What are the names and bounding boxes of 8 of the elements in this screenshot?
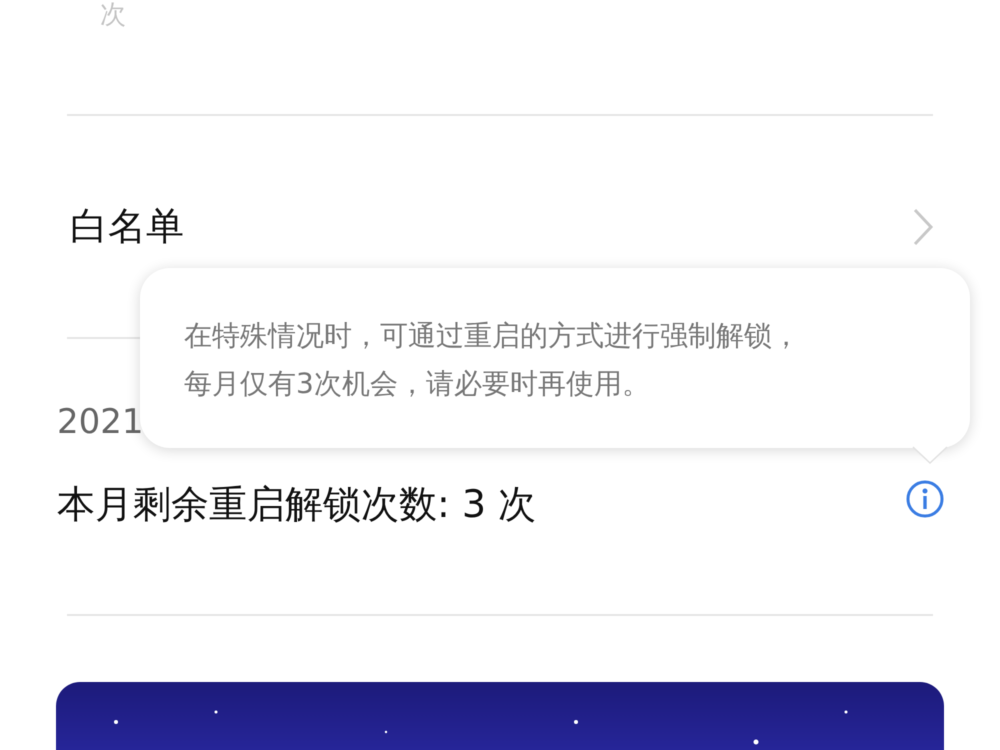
chevron-icon	[912, 206, 934, 246]
tooltip-text: 在特殊情况时，可通过重启的方式进行强制解锁，	[184, 318, 801, 354]
list-text: 次	[100, 0, 126, 30]
tooltip-text: 每月仅有3次机会，请必要时再使用。	[184, 366, 651, 402]
item-label: 白名单	[70, 203, 184, 250]
date-text: 2021	[57, 402, 144, 442]
info-icon[interactable]	[905, 479, 945, 519]
unlock-count-text: 本月剩余重启解锁次数: 3 次	[57, 481, 536, 528]
